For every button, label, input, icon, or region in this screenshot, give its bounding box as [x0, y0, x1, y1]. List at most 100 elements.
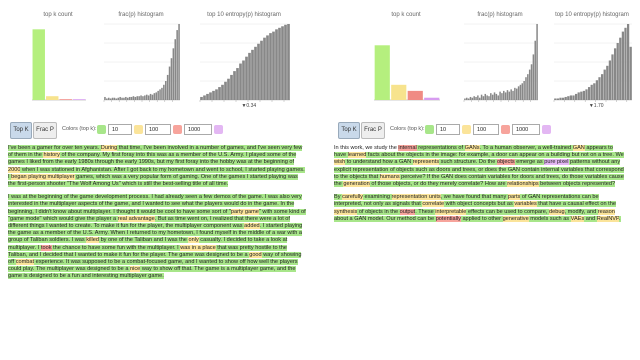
token[interactable]: By — [334, 194, 343, 201]
token[interactable]: good — [249, 251, 262, 258]
token[interactable]: 2000 — [8, 166, 21, 173]
threshold-1000-input[interactable]: 1000 — [184, 124, 212, 135]
threshold-10-input[interactable]: 10 — [108, 124, 132, 135]
token[interactable]: about a GAN model. Our method can be — [334, 215, 436, 222]
token[interactable]: GANs — [464, 145, 480, 151]
bar — [503, 90, 505, 100]
token[interactable]: correlate — [422, 201, 445, 208]
token[interactable]: variables — [514, 201, 537, 208]
token[interactable]: applied to other — [460, 215, 503, 222]
token[interactable]: began playing multiplayer — [11, 173, 75, 180]
token[interactable]: relationships — [507, 181, 539, 188]
token[interactable]: between objects represented? — [538, 181, 616, 188]
frac-p-button[interactable]: Frac P — [361, 122, 385, 139]
bar — [159, 89, 161, 100]
token[interactable]: was in a place — [180, 244, 216, 251]
token[interactable]: reason — [597, 208, 615, 215]
token[interactable]: pure pixel — [544, 159, 569, 166]
top-k-button[interactable]: Top K — [338, 122, 360, 139]
token[interactable]: the chance to have some fun with the mul… — [51, 244, 181, 251]
token[interactable]: of objects in the — [357, 208, 400, 215]
token[interactable]: by one of the Taliban and I was the — [99, 237, 189, 244]
token[interactable]: represents — [412, 159, 440, 166]
bar — [121, 97, 123, 100]
token[interactable]: that have a causal effect on the — [536, 201, 616, 208]
token[interactable]: representation units — [391, 194, 441, 201]
token[interactable]: generation — [343, 181, 370, 188]
token[interactable]: objects — [496, 159, 515, 166]
bar — [142, 96, 144, 100]
token[interactable]: output — [399, 208, 416, 215]
token[interactable]: internal — [398, 145, 417, 151]
token[interactable]: took — [40, 244, 52, 251]
token[interactable]: interpretable — [435, 208, 467, 215]
token[interactable]: facts about the objects in the image: fo… — [366, 152, 624, 159]
purple-color-chip[interactable] — [542, 125, 551, 134]
token[interactable]: party game — [230, 208, 259, 215]
bar — [477, 95, 479, 100]
yellow-color-chip[interactable] — [134, 125, 143, 134]
token[interactable]: emerge as — [514, 159, 545, 166]
token[interactable]: of those objects, or do they merely corr… — [369, 181, 508, 188]
bar — [272, 31, 275, 100]
red-color-chip[interactable] — [501, 125, 510, 134]
token[interactable]: In this work, we study the — [334, 145, 398, 151]
bar — [471, 97, 474, 100]
bar — [224, 81, 227, 100]
token[interactable]: learned — [347, 152, 367, 159]
token[interactable]: , modify, and — [564, 208, 598, 215]
red-color-chip[interactable] — [173, 125, 182, 134]
bar — [115, 98, 118, 100]
bar — [475, 96, 477, 100]
threshold-1000-input[interactable]: 1000 — [512, 124, 540, 135]
token[interactable]: humans — [379, 173, 400, 180]
token[interactable]: only — [188, 237, 199, 244]
token[interactable]: carefully — [342, 194, 363, 201]
token[interactable]: GAN — [572, 145, 585, 151]
bar — [209, 92, 212, 100]
token[interactable]: combat — [15, 259, 35, 266]
threshold-100-input[interactable]: 100 — [473, 124, 499, 135]
token[interactable]: debug — [549, 208, 565, 215]
green-color-chip[interactable] — [425, 125, 434, 134]
token[interactable]: nice — [130, 266, 141, 273]
token[interactable]: models such as — [528, 215, 571, 222]
entropy-marker-label: ▼0.34 — [241, 103, 256, 108]
threshold-100-input[interactable]: 100 — [145, 124, 171, 135]
token[interactable]: real advantage — [117, 215, 155, 222]
top-k-button[interactable]: Top K — [10, 122, 32, 139]
purple-color-chip[interactable] — [214, 125, 223, 134]
token[interactable]: added — [244, 223, 260, 230]
token[interactable]: RealNVP — [596, 215, 619, 222]
token[interactable]: effects can be used to compare, — [466, 208, 550, 215]
token[interactable]: I've been a gamer for over ten years. — [8, 145, 101, 151]
token[interactable]: . — [619, 215, 621, 222]
entropy-histogram-svg: ▼0.34 — [199, 23, 290, 108]
entropy-histogram-chart: top 10 entropy(p) histogram ▼0.34 — [196, 12, 292, 112]
token[interactable]: parts — [507, 194, 521, 201]
token[interactable]: examining — [362, 194, 392, 201]
token[interactable]: such structure. Do the — [439, 159, 497, 166]
green-color-chip[interactable] — [97, 125, 106, 134]
bar — [424, 97, 440, 100]
token[interactable]: VAEs — [570, 215, 585, 222]
token[interactable]: . These — [415, 208, 436, 215]
token[interactable]: During — [100, 145, 118, 151]
frac-p-button[interactable]: Frac P — [33, 122, 57, 139]
token[interactable]: killed — [86, 237, 100, 244]
threshold-10-input[interactable]: 10 — [436, 124, 460, 135]
text-paragraph: By carefully examining representation un… — [334, 194, 624, 223]
token[interactable]: potentially — [435, 215, 461, 222]
yellow-color-chip[interactable] — [462, 125, 471, 134]
token[interactable]: . To a human observer, a well-trained — [479, 145, 573, 151]
token[interactable]: synthesis — [334, 208, 358, 215]
token[interactable]: history — [43, 152, 60, 159]
token[interactable]: , we have found that many — [440, 194, 508, 201]
token[interactable]: representations of — [416, 145, 465, 151]
token[interactable]: with object concepts but as — [444, 201, 515, 208]
token[interactable]: to understand how a GAN — [345, 159, 413, 166]
token[interactable]: and — [584, 215, 597, 222]
bar — [59, 99, 72, 100]
token[interactable]: generative — [502, 215, 529, 222]
token[interactable]: wish — [334, 159, 346, 166]
